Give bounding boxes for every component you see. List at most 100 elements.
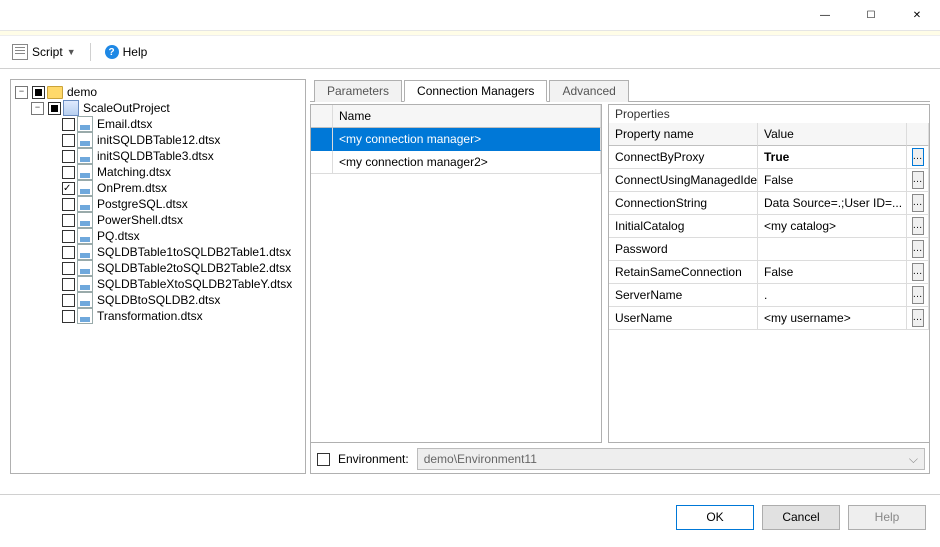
- help-button[interactable]: ? Help: [101, 43, 152, 61]
- prop-row[interactable]: InitialCatalog<my catalog>…: [609, 215, 929, 238]
- tree-checkbox[interactable]: [62, 310, 75, 323]
- tree-package-label: SQLDBTable1toSQLDB2Table1.dtsx: [95, 244, 293, 260]
- prop-row[interactable]: ConnectionStringData Source=.;User ID=..…: [609, 192, 929, 215]
- package-icon: [77, 116, 93, 132]
- tree-checkbox[interactable]: [62, 278, 75, 291]
- tree-checkbox[interactable]: [62, 166, 75, 179]
- properties-grid[interactable]: Properties Property name Value ConnectBy…: [608, 104, 930, 443]
- package-icon: [77, 308, 93, 324]
- prop-row[interactable]: ServerName.…: [609, 284, 929, 307]
- tree-package[interactable]: Transformation.dtsx: [47, 308, 303, 324]
- tree-checkbox[interactable]: [62, 246, 75, 259]
- cancel-button[interactable]: Cancel: [762, 505, 840, 530]
- tree-package-label: Matching.dtsx: [95, 164, 173, 180]
- ellipsis-button[interactable]: …: [912, 148, 924, 166]
- tree-checkbox[interactable]: [62, 262, 75, 275]
- ellipsis-button[interactable]: …: [912, 286, 924, 304]
- environment-label: Environment:: [338, 452, 409, 466]
- ellipsis-button[interactable]: …: [912, 309, 924, 327]
- tree-package-label: Transformation.dtsx: [95, 308, 205, 324]
- tree-package[interactable]: PowerShell.dtsx: [47, 212, 303, 228]
- tree-package[interactable]: PostgreSQL.dtsx: [47, 196, 303, 212]
- package-icon: [77, 212, 93, 228]
- tree-package[interactable]: PQ.dtsx: [47, 228, 303, 244]
- prop-value[interactable]: .: [758, 284, 907, 307]
- prop-name: Password: [609, 238, 758, 261]
- tree-checkbox[interactable]: [62, 230, 75, 243]
- tab-connection-managers[interactable]: Connection Managers: [404, 80, 547, 102]
- package-icon: [77, 180, 93, 196]
- tree-project[interactable]: − ScaleOutProject: [31, 100, 303, 116]
- prop-value[interactable]: True: [758, 146, 907, 169]
- tree-package[interactable]: initSQLDBTable12.dtsx: [47, 132, 303, 148]
- prop-row[interactable]: RetainSameConnectionFalse…: [609, 261, 929, 284]
- environment-select[interactable]: demo\Environment11: [417, 448, 925, 470]
- prop-row[interactable]: UserName<my username>…: [609, 307, 929, 330]
- tree-package[interactable]: SQLDBTableXtoSQLDB2TableY.dtsx: [47, 276, 303, 292]
- maximize-button[interactable]: ☐: [848, 0, 894, 30]
- cm-col-name[interactable]: Name: [333, 105, 601, 128]
- content-area: − demo − ScaleOutProject Email.dtsxinitS…: [0, 69, 940, 474]
- ellipsis-button[interactable]: …: [912, 217, 924, 235]
- package-tree[interactable]: − demo − ScaleOutProject Email.dtsxinitS…: [10, 79, 306, 474]
- help-button-footer[interactable]: Help: [848, 505, 926, 530]
- ellipsis-button[interactable]: …: [912, 240, 924, 258]
- tree-package[interactable]: Matching.dtsx: [47, 164, 303, 180]
- prop-row[interactable]: ConnectUsingManagedIdentityFalse…: [609, 169, 929, 192]
- tree-package-label: Email.dtsx: [95, 116, 154, 132]
- prop-value[interactable]: False: [758, 169, 907, 192]
- ellipsis-button[interactable]: …: [912, 194, 924, 212]
- tab-advanced[interactable]: Advanced: [549, 80, 628, 102]
- script-label: Script: [32, 45, 63, 59]
- environment-checkbox[interactable]: [317, 453, 330, 466]
- dialog-footer: OK Cancel Help: [0, 494, 940, 539]
- prop-name: ConnectionString: [609, 192, 758, 215]
- minimize-button[interactable]: —: [802, 0, 848, 30]
- tree-root[interactable]: − demo: [15, 84, 303, 100]
- tree-checkbox[interactable]: [62, 182, 75, 195]
- script-button[interactable]: Script ▼: [8, 42, 80, 62]
- tree-package[interactable]: SQLDBTable1toSQLDB2Table1.dtsx: [47, 244, 303, 260]
- tree-checkbox[interactable]: [62, 214, 75, 227]
- properties-title: Properties: [609, 105, 929, 123]
- prop-row[interactable]: Password …: [609, 238, 929, 261]
- close-button[interactable]: ✕: [894, 0, 940, 30]
- cm-row[interactable]: <my connection manager>: [311, 128, 601, 151]
- collapse-icon[interactable]: −: [15, 86, 28, 99]
- prop-value[interactable]: False: [758, 261, 907, 284]
- ellipsis-button[interactable]: …: [912, 171, 924, 189]
- tree-package[interactable]: SQLDBTable2toSQLDB2Table2.dtsx: [47, 260, 303, 276]
- prop-value[interactable]: [758, 238, 907, 261]
- prop-row[interactable]: ConnectByProxyTrue …: [609, 146, 929, 169]
- prop-col-name[interactable]: Property name: [609, 123, 758, 146]
- connection-managers-grid[interactable]: Name <my connection manager><my connecti…: [310, 104, 602, 443]
- tree-checkbox[interactable]: [32, 86, 45, 99]
- tree-package[interactable]: initSQLDBTable3.dtsx: [47, 148, 303, 164]
- prop-value[interactable]: <my username>: [758, 307, 907, 330]
- tree-package[interactable]: OnPrem.dtsx: [47, 180, 303, 196]
- prop-col-value[interactable]: Value: [758, 123, 907, 146]
- cm-row[interactable]: <my connection manager2>: [311, 151, 601, 174]
- package-icon: [77, 148, 93, 164]
- tree-checkbox[interactable]: [62, 118, 75, 131]
- ellipsis-button[interactable]: …: [912, 263, 924, 281]
- toolbar-separator: [90, 43, 91, 61]
- tree-checkbox[interactable]: [62, 150, 75, 163]
- tab-parameters[interactable]: Parameters: [314, 80, 402, 102]
- collapse-icon[interactable]: −: [31, 102, 44, 115]
- ok-button[interactable]: OK: [676, 505, 754, 530]
- tree-package[interactable]: SQLDBtoSQLDB2.dtsx: [47, 292, 303, 308]
- prop-value[interactable]: <my catalog>: [758, 215, 907, 238]
- tree-checkbox[interactable]: [62, 134, 75, 147]
- tree-checkbox[interactable]: [62, 294, 75, 307]
- tree-checkbox[interactable]: [48, 102, 61, 115]
- help-label: Help: [123, 45, 148, 59]
- tree-checkbox[interactable]: [62, 198, 75, 211]
- dropdown-caret-icon: ▼: [67, 47, 76, 57]
- script-icon: [12, 44, 28, 60]
- prop-name: ConnectByProxy: [609, 146, 758, 169]
- prop-value[interactable]: Data Source=.;User ID=...: [758, 192, 907, 215]
- tree-package[interactable]: Email.dtsx: [47, 116, 303, 132]
- tree-package-label: initSQLDBTable3.dtsx: [95, 148, 216, 164]
- prop-action-cell: …: [907, 307, 929, 330]
